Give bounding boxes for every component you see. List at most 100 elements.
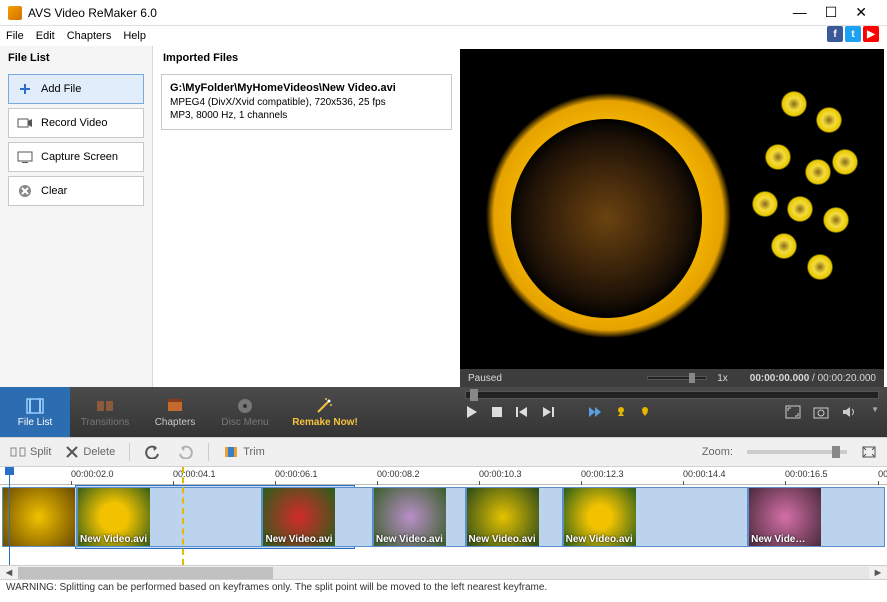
timeline-scrollbar[interactable]: ◄ ► xyxy=(0,565,887,579)
capture-screen-button[interactable]: Capture Screen xyxy=(8,142,144,172)
title-bar: AVS Video ReMaker 6.0 — ☐ ✕ xyxy=(0,0,887,26)
clear-button[interactable]: Clear xyxy=(8,176,144,206)
file-list-heading: File List xyxy=(0,46,152,70)
trim-icon xyxy=(223,445,239,459)
trim-button[interactable]: Trim xyxy=(223,445,265,459)
clip-thumbnail xyxy=(3,488,75,546)
facebook-icon[interactable]: f xyxy=(827,26,843,42)
disc-icon xyxy=(235,397,255,415)
close-button[interactable]: ✕ xyxy=(855,4,867,21)
mode-toolbar: File List Transitions Chapters Disc Menu… xyxy=(0,387,887,437)
delete-button[interactable]: Delete xyxy=(65,445,115,459)
menu-chapters[interactable]: Chapters xyxy=(67,30,112,42)
remake-now-button[interactable]: Remake Now! xyxy=(280,387,370,437)
imported-heading: Imported Files xyxy=(153,46,460,70)
imported-file-path: G:\MyFolder\MyHomeVideos\New Video.avi xyxy=(170,81,443,96)
youtube-icon[interactable]: ▶ xyxy=(863,26,879,42)
marker-next-button[interactable] xyxy=(639,406,651,418)
time-ruler[interactable]: 00:00:02.0 00:00:04.1 00:00:06.1 00:00:08.2… xyxy=(0,467,887,485)
snapshot-button[interactable] xyxy=(813,405,829,419)
next-keyframe-button[interactable] xyxy=(587,406,603,418)
preview-panel[interactable]: Paused 1x 00:00:00.000 / 00:00:20.000 xyxy=(460,49,884,387)
split-icon xyxy=(10,445,26,459)
menu-help[interactable]: Help xyxy=(123,30,146,42)
add-file-icon xyxy=(17,82,33,96)
preview-status-bar: Paused 1x 00:00:00.000 / 00:00:20.000 xyxy=(460,369,884,387)
time-tick: 00:00:18 xyxy=(878,469,887,479)
menu-edit[interactable]: Edit xyxy=(36,30,55,42)
time-tick: 00:00:04.1 xyxy=(173,469,216,479)
imported-file-item[interactable]: G:\MyFolder\MyHomeVideos\New Video.avi M… xyxy=(161,74,452,130)
redo-button[interactable] xyxy=(176,445,194,459)
timeline-clip[interactable]: New Video.avi xyxy=(262,487,372,547)
tab-file-list[interactable]: File List xyxy=(0,387,70,437)
playhead[interactable] xyxy=(9,467,10,565)
total-time: 00:00:20.000 xyxy=(818,373,876,384)
transitions-icon xyxy=(95,397,115,415)
clip-label: New Video.avi xyxy=(376,534,443,545)
status-bar: WARNING: Splitting can be performed base… xyxy=(0,579,887,597)
time-tick: 00:00:12.3 xyxy=(581,469,624,479)
maximize-button[interactable]: ☐ xyxy=(825,4,838,21)
timeline-clip[interactable]: New Video.avi xyxy=(373,487,466,547)
imported-file-audio-info: MP3, 8000 Hz, 1 channels xyxy=(170,109,443,123)
window-title: AVS Video ReMaker 6.0 xyxy=(28,6,793,20)
minimize-button[interactable]: — xyxy=(793,4,807,21)
filmstrip-icon xyxy=(25,397,45,415)
stop-button[interactable] xyxy=(491,406,503,418)
twitter-icon[interactable]: t xyxy=(845,26,861,42)
time-tick: 00:00:16.5 xyxy=(785,469,828,479)
record-video-button[interactable]: Record Video xyxy=(8,108,144,138)
time-tick: 00:00:06.1 xyxy=(275,469,318,479)
fit-zoom-button[interactable] xyxy=(861,445,877,459)
playback-status: Paused xyxy=(468,373,502,384)
time-tick: 00:00:08.2 xyxy=(377,469,420,479)
tab-transitions[interactable]: Transitions xyxy=(70,387,140,437)
timeline-clip[interactable]: New Vide… xyxy=(748,487,885,547)
add-file-button[interactable]: Add File xyxy=(8,74,144,104)
tab-disc-menu[interactable]: Disc Menu xyxy=(210,387,280,437)
preview-image xyxy=(460,49,884,369)
chapters-icon xyxy=(165,397,185,415)
clip-label: New Video.avi xyxy=(80,534,147,545)
time-tick: 00:00:14.4 xyxy=(683,469,726,479)
seek-bar[interactable] xyxy=(465,391,879,399)
next-frame-button[interactable] xyxy=(541,406,555,418)
undo-button[interactable] xyxy=(144,445,162,459)
speed-value: 1x xyxy=(717,373,728,384)
zoom-label: Zoom: xyxy=(702,446,733,458)
menu-file[interactable]: File xyxy=(6,30,24,42)
time-tick: 00:00:02.0 xyxy=(71,469,114,479)
wand-icon xyxy=(315,397,335,415)
tab-chapters[interactable]: Chapters xyxy=(140,387,210,437)
clear-icon xyxy=(17,184,33,198)
split-button[interactable]: Split xyxy=(10,445,51,459)
current-time: 00:00:00.000 xyxy=(750,373,810,384)
timeline-clip[interactable]: New Video.avi xyxy=(563,487,748,547)
clip-label: New Video.avi xyxy=(566,534,633,545)
clip-label: New Video.avi xyxy=(469,534,536,545)
timeline-clip[interactable]: New Video.avi xyxy=(466,487,563,547)
play-button[interactable] xyxy=(465,405,479,419)
imported-file-video-info: MPEG4 (DivX/Xvid compatible), 720x536, 2… xyxy=(170,96,443,110)
chapter-marker[interactable] xyxy=(182,467,184,565)
timeline[interactable]: 00:00:02.0 00:00:04.1 00:00:06.1 00:00:08.2… xyxy=(0,467,887,565)
volume-button[interactable] xyxy=(841,405,859,419)
zoom-slider[interactable] xyxy=(747,450,847,454)
prev-frame-button[interactable] xyxy=(515,406,529,418)
imported-files-panel: Imported Files G:\MyFolder\MyHomeVideos\… xyxy=(153,46,460,387)
file-list-panel: File List Add File Record Video Capture Sc… xyxy=(0,46,153,387)
scroll-left-button[interactable]: ◄ xyxy=(2,567,16,579)
volume-dropdown-icon[interactable]: ▼ xyxy=(871,405,879,419)
capture-screen-icon xyxy=(17,150,33,164)
timeline-clip[interactable]: New Video.avi xyxy=(77,487,262,547)
record-video-icon xyxy=(17,116,33,130)
speed-slider[interactable] xyxy=(647,376,707,380)
time-tick: 00:00:10.3 xyxy=(479,469,522,479)
scroll-right-button[interactable]: ► xyxy=(871,567,885,579)
marker-prev-button[interactable] xyxy=(615,406,627,418)
aspect-ratio-button[interactable] xyxy=(785,405,801,419)
app-icon xyxy=(8,6,22,20)
delete-icon xyxy=(65,445,79,459)
timeline-clip[interactable] xyxy=(2,487,77,547)
